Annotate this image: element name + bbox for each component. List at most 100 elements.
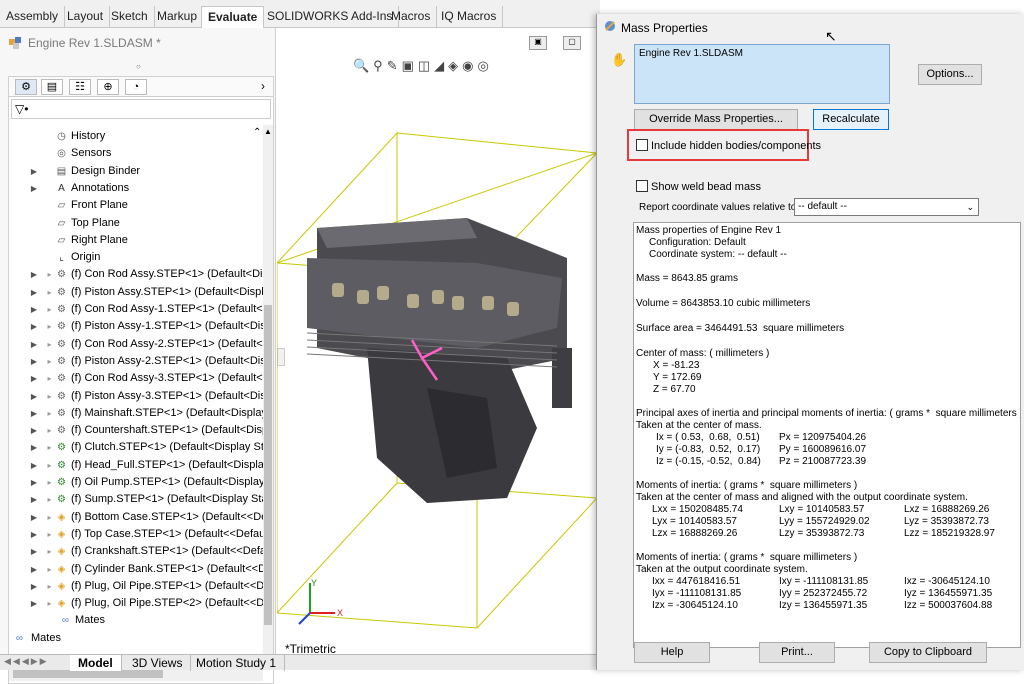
tab-model[interactable]: Model [70, 655, 122, 671]
expand-arrow-icon[interactable]: ▶ [29, 266, 39, 283]
tab-nav-arrows-icon[interactable]: ◀◀◀▶▶ [4, 656, 66, 670]
chevron-right-icon[interactable]: › [261, 79, 265, 93]
comp-icon: ⚙ [57, 355, 66, 367]
tree-item[interactable]: ▶ ▸ ⚙ (f) Sump.STEP<1> (Default<Display Sta… [9, 491, 263, 508]
help-button[interactable]: Help [634, 642, 710, 663]
tree-item[interactable]: ▶ ▸ ⚙ (f) Con Rod Assy-1.STEP<1> (Default<D… [9, 301, 263, 318]
tab-layout[interactable]: Layout [61, 6, 111, 28]
tree-item[interactable]: ▶ ▸ ◈ (f) Plug, Oil Pipe.STEP<2> (Default<<… [9, 595, 263, 612]
checkbox-box[interactable] [636, 139, 648, 151]
expand-arrow-icon[interactable]: ▶ [29, 163, 39, 180]
tree-item[interactable]: ⌞ Origin [9, 249, 263, 266]
display-manager-tab-icon[interactable]: ◔ [125, 79, 147, 95]
tree-item[interactable]: ▶ ▸ ⚙ (f) Oil Pump.STEP<1> (Default<Display… [9, 474, 263, 491]
ixy-value: Ixy = -111108131.85 [779, 576, 869, 587]
expand-arrow-icon[interactable]: ▶ [29, 370, 39, 387]
override-mass-properties-button[interactable]: Override Mass Properties... [634, 109, 798, 130]
tree-item[interactable]: ▶ ▸ ◈ (f) Top Case.STEP<1> (Default<<Defaul… [9, 526, 263, 543]
tree-item[interactable]: ▶ ▸ ⚙ (f) Con Rod Assy-3.STEP<1> (Default<D… [9, 370, 263, 387]
tab-sketch[interactable]: Sketch [105, 6, 155, 28]
tab-iq-macros[interactable]: IQ Macros [435, 6, 504, 28]
tree-item[interactable]: ▶ A Annotations [9, 180, 263, 197]
expand-arrow-icon[interactable]: ▶ [29, 578, 39, 595]
selected-item[interactable]: Engine Rev 1.SLDASM [639, 48, 743, 59]
recalculate-button[interactable]: Recalculate [813, 109, 889, 130]
tree-item[interactable]: ▱ Right Plane [9, 232, 263, 249]
tree-item[interactable]: ▶ ▸ ⚙ (f) Con Rod Assy.STEP<1> (Default<Dis… [9, 266, 263, 283]
tree-item[interactable]: ▶ ▸ ⚙ (f) Piston Assy-3.STEP<1> (Default<Di… [9, 388, 263, 405]
tree-item[interactable]: ◎ Sensors [9, 145, 263, 162]
print-button[interactable]: Print... [759, 642, 835, 663]
expand-arrow-icon[interactable]: ▶ [29, 561, 39, 578]
copy-to-clipboard-button[interactable]: Copy to Clipboard [869, 642, 987, 663]
tree-item[interactable]: ▶ ▸ ⚙ (f) Piston Assy-2.STEP<1> (Default<Di… [9, 353, 263, 370]
comp-icon: ⚙ [57, 407, 66, 419]
include-hidden-checkbox[interactable]: Include hidden bodies/components [636, 139, 821, 153]
tree-item[interactable]: ∞ Mates [9, 612, 263, 629]
tree-item[interactable]: ▶ ▸ ⚙ (f) Head_Full.STEP<1> (Default<Displa… [9, 457, 263, 474]
feature-manager-tab-icon[interactable]: ⚙ [15, 79, 37, 95]
expand-arrow-icon[interactable]: ▶ [29, 491, 39, 508]
expand-arrow-icon[interactable]: ▶ [29, 284, 39, 301]
expand-arrow-icon[interactable]: ▶ [29, 353, 39, 370]
expand-arrow-icon[interactable]: ▶ [29, 301, 39, 318]
expand-arrow-icon[interactable]: ▶ [29, 336, 39, 353]
configuration-manager-tab-icon[interactable]: ☷ [69, 79, 91, 95]
expand-arrow-icon[interactable]: ▶ [29, 439, 39, 456]
tree-item[interactable]: ▱ Front Plane [9, 197, 263, 214]
tab-evaluate[interactable]: Evaluate [201, 6, 265, 28]
tab-motion-study[interactable]: Motion Study 1 [188, 655, 286, 671]
tree-item[interactable]: ▶ ▸ ⚙ (f) Piston Assy-1.STEP<1> (Default<Di… [9, 318, 263, 335]
checkbox-box[interactable] [636, 180, 648, 192]
collapse-up-icon[interactable]: ⌃ [253, 127, 261, 138]
coordinate-system-select[interactable]: -- default -- ⌄ [794, 198, 979, 216]
show-weld-checkbox[interactable]: Show weld bead mass [636, 180, 761, 194]
scrollbar-thumb[interactable] [264, 305, 272, 625]
expand-arrow-icon[interactable]: ▶ [29, 405, 39, 422]
tree-item[interactable]: ▶ ▸ ⚙ (f) Mainshaft.STEP<1> (Default<Displa… [9, 405, 263, 422]
tree-item[interactable]: ▶ ▸ ⚙ (f) Clutch.STEP<1> (Default<Display S… [9, 439, 263, 456]
tab-assembly[interactable]: Assembly [0, 6, 66, 28]
dimxpert-tab-icon[interactable]: ⊕ [97, 79, 119, 95]
tree-item[interactable]: ▶ ▸ ⚙ (f) Piston Assy.STEP<1> (Default<Disp… [9, 284, 263, 301]
expand-arrow-icon[interactable]: ▶ [29, 180, 39, 197]
tree-item[interactable]: ▶ ▸ ⚙ (f) Countershaft.STEP<1> (Default<Dis… [9, 422, 263, 439]
collapse-handle-icon[interactable]: ○ [136, 62, 141, 71]
moments-centroid-subheading: Taken at the center of mass and aligned … [636, 492, 968, 503]
expand-arrow-icon[interactable]: ▶ [29, 595, 39, 612]
tab-markup[interactable]: Markup [151, 6, 205, 28]
tree-item-mates-root[interactable]: ∞ Mates [9, 630, 263, 647]
graphics-area[interactable]: 🔍⚲✎▣◫◢◈◉◎ ▣ ▢ Y X *Trimetric [277, 28, 597, 656]
tree-item[interactable]: ▶ ▸ ◈ (f) Plug, Oil Pipe.STEP<1> (Default<<… [9, 578, 263, 595]
property-manager-tab-icon[interactable]: ▤ [41, 79, 63, 95]
tab-macros[interactable]: Macros [385, 6, 438, 28]
tree-item[interactable]: ▶ ▸ ◈ (f) Cylinder Bank.STEP<1> (Default<<D… [9, 561, 263, 578]
tree-item[interactable]: ▱ Top Plane [9, 215, 263, 232]
scroll-up-icon[interactable]: ▲ [263, 127, 273, 136]
tree-scrollbar[interactable]: ▲ ▼ [263, 125, 273, 665]
expand-arrow-icon[interactable]: ▶ [29, 526, 39, 543]
expand-arrow-icon[interactable]: ▶ [29, 422, 39, 439]
tab-3d-views[interactable]: 3D Views [124, 655, 192, 671]
expand-arrow-icon[interactable]: ▶ [29, 318, 39, 335]
results-text-box[interactable]: Mass properties of Engine Rev 1 Configur… [633, 222, 1021, 648]
tree-item[interactable]: ▶ ▸ ⚙ (f) Con Rod Assy-2.STEP<1> (Default<D… [9, 336, 263, 353]
tree-item[interactable]: ◷ History [9, 128, 263, 145]
tree-item-label: Sensors [71, 147, 112, 160]
expand-arrow-icon[interactable]: ▶ [29, 543, 39, 560]
center-z: Z = 67.70 [653, 384, 696, 395]
tab-solidworks-addins[interactable]: SOLIDWORKS Add-Ins [261, 6, 400, 28]
tree-item[interactable]: ▶ ▸ ◈ (f) Crankshaft.STEP<1> (Default<<Defa… [9, 543, 263, 560]
tree-item[interactable]: ▶ ▸ ◈ (f) Bottom Case.STEP<1> (Default<<Def… [9, 509, 263, 526]
tree-item-label: (f) Bottom Case.STEP<1> (Default<<Defa [71, 510, 263, 523]
tree-item-label: Right Plane [71, 233, 128, 246]
filter-box[interactable]: ▽• [11, 99, 271, 119]
expand-arrow-icon[interactable]: ▶ [29, 388, 39, 405]
expand-arrow-icon[interactable]: ▶ [29, 474, 39, 491]
expand-arrow-icon[interactable]: ▶ [29, 509, 39, 526]
tree-item[interactable]: ▶ ▤ Design Binder [9, 163, 263, 180]
selected-items-list[interactable]: Engine Rev 1.SLDASM [634, 44, 890, 104]
expand-arrow-icon[interactable]: ▶ [29, 457, 39, 474]
plane-icon: ▱ [57, 234, 66, 246]
options-button[interactable]: Options... [918, 64, 982, 85]
